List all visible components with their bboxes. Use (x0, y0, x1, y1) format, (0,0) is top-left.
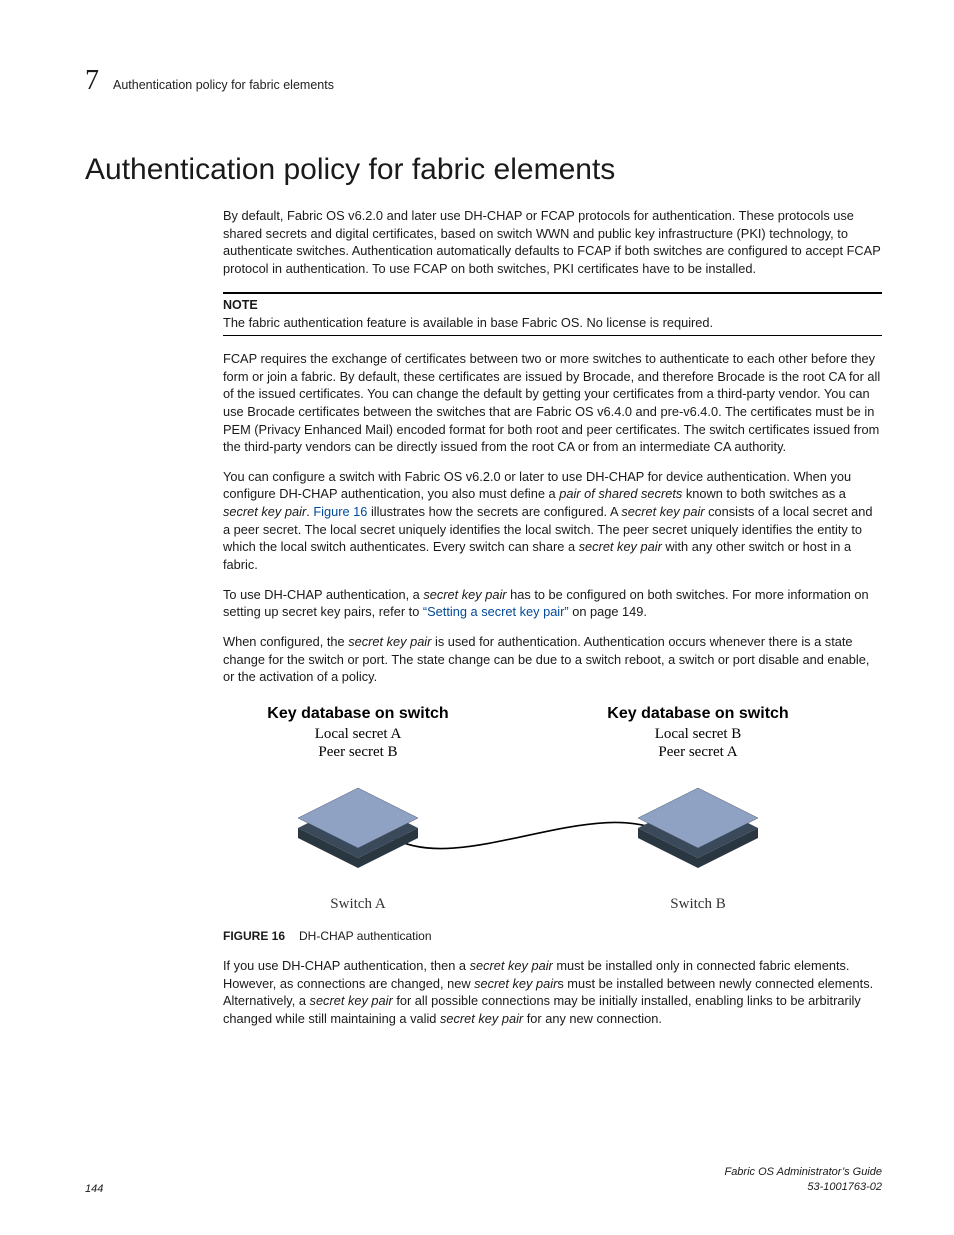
after-figure-paragraph: If you use DH-CHAP authentication, then … (223, 957, 882, 1028)
text-italic: secret key pair (440, 1011, 523, 1026)
diagram-svg: Key database on switch Local secret A Pe… (223, 698, 863, 923)
figure-16: Key database on switch Local secret A Pe… (223, 698, 882, 923)
switch-a-icon (298, 788, 418, 868)
body-column: By default, Fabric OS v6.2.0 and later u… (223, 207, 882, 1028)
text-italic: secret key pair (470, 958, 553, 973)
page-number: 144 (85, 1183, 103, 1195)
text-italic: secret key pair (310, 993, 393, 1008)
text-italic: secret key pair (423, 587, 506, 602)
page: 7 Authentication policy for fabric eleme… (0, 0, 954, 1235)
guide-name: Fabric OS Administrator’s Guide (724, 1165, 882, 1180)
page-title: Authentication policy for fabric element… (85, 153, 882, 187)
note-rule-top (223, 292, 882, 294)
xref-link[interactable]: “Setting a secret key pair” (423, 604, 569, 619)
cable-icon (393, 822, 673, 848)
left-db-line1: Local secret A (315, 726, 402, 742)
text-italic: secret key pair (474, 976, 557, 991)
text-italic: pair of shared secrets (559, 486, 682, 501)
note-label: NOTE (223, 298, 882, 312)
configured-paragraph: When configured, the secret key pair is … (223, 633, 882, 686)
left-db-line2: Peer secret B (318, 744, 397, 760)
use-paragraph: To use DH-CHAP authentication, a secret … (223, 586, 882, 621)
text-italic: secret key pair (621, 504, 704, 519)
note-rule-bottom (223, 335, 882, 336)
right-db-title: Key database on switch (607, 705, 788, 722)
fcap-paragraph: FCAP requires the exchange of certificat… (223, 350, 882, 456)
page-header: 7 Authentication policy for fabric eleme… (85, 65, 882, 97)
text: for any new connection. (523, 1011, 662, 1026)
figure-label: FIGURE 16 (223, 929, 285, 943)
figure-caption: DH-CHAP authentication (299, 929, 432, 943)
dhchap-paragraph: You can configure a switch with Fabric O… (223, 468, 882, 574)
figure-caption-row: FIGURE 16 DH-CHAP authentication (223, 929, 882, 943)
text: known to both switches as a (682, 486, 846, 501)
text-italic: secret key pair (579, 539, 662, 554)
text: To use DH-CHAP authentication, a (223, 587, 423, 602)
text: on page 149. (569, 604, 647, 619)
right-db-line1: Local secret B (655, 726, 742, 742)
doc-number: 53-1001763-02 (724, 1180, 882, 1195)
chapter-number: 7 (85, 65, 99, 97)
switch-a-label: Switch A (330, 896, 386, 912)
text-italic: secret key pair (348, 634, 431, 649)
running-head: Authentication policy for fabric element… (113, 78, 334, 92)
intro-paragraph: By default, Fabric OS v6.2.0 and later u… (223, 207, 882, 278)
text: When configured, the (223, 634, 348, 649)
switch-b-icon (638, 788, 758, 868)
text-italic: secret key pair (223, 504, 306, 519)
left-db-title: Key database on switch (267, 705, 448, 722)
figure-link[interactable]: Figure 16 (313, 504, 367, 519)
switch-b-label: Switch B (670, 896, 725, 912)
text: illustrates how the secrets are configur… (367, 504, 621, 519)
note-body: The fabric authentication feature is ava… (223, 314, 882, 331)
right-db-line2: Peer secret A (658, 744, 737, 760)
footer-right: Fabric OS Administrator’s Guide 53-10017… (724, 1165, 882, 1195)
page-footer: 144 Fabric OS Administrator’s Guide 53-1… (85, 1165, 882, 1195)
text: If you use DH-CHAP authentication, then … (223, 958, 470, 973)
